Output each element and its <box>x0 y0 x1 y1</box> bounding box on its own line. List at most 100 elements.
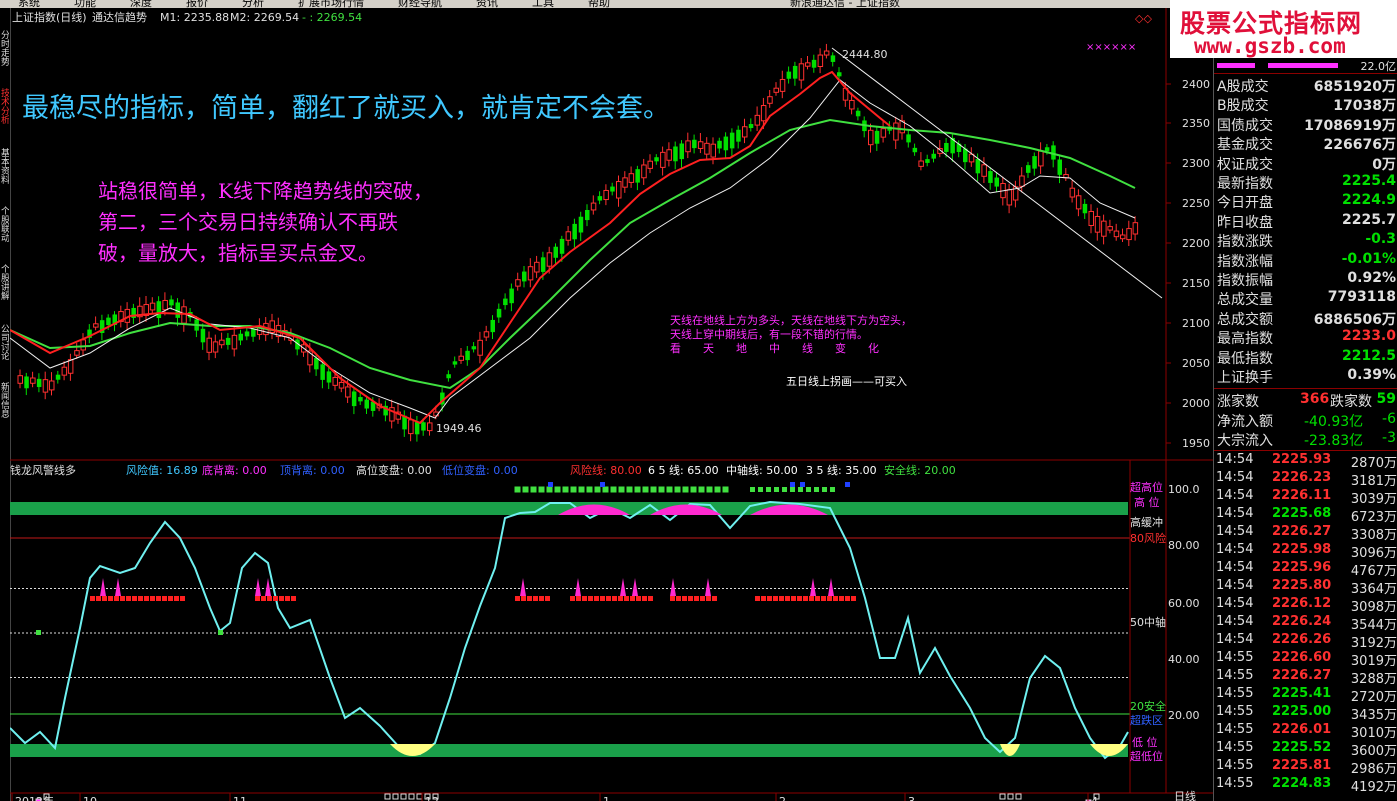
menu-extended-market[interactable]: 扩展市场行情 <box>298 0 364 8</box>
tick-row: 14:55 2226.27 3288万 <box>1214 668 1397 687</box>
menu-finance-nav[interactable]: 财经导航 <box>398 0 442 8</box>
menu-tools[interactable]: 工具 <box>532 0 554 8</box>
tab-technical[interactable]: 技术分析 <box>0 88 9 136</box>
red-marker <box>273 596 278 601</box>
menu-depth[interactable]: 深度 <box>130 0 152 8</box>
red-marker <box>809 596 814 601</box>
tick-time: 14:54 <box>1216 596 1254 611</box>
top-marker <box>706 486 713 493</box>
chart-corner-icon[interactable]: ◇◇ <box>1135 12 1152 25</box>
menu-quote[interactable]: 报价 <box>186 0 208 8</box>
period-label[interactable]: 日线 <box>1174 789 1196 801</box>
magenta-spike <box>265 578 271 596</box>
quote-value: -0.3 <box>1365 231 1396 248</box>
top-marker <box>514 486 521 493</box>
candle-body <box>1088 210 1094 227</box>
candle-body <box>358 397 363 402</box>
magenta-spike <box>575 578 581 596</box>
quote-value: 0万 <box>1372 156 1396 173</box>
candle-body <box>849 99 855 110</box>
candle-body <box>1094 215 1101 233</box>
menu-function[interactable]: 功能 <box>74 0 96 8</box>
tick-row: 14:55 2225.81 2986万 <box>1214 758 1397 777</box>
top-marker <box>554 486 561 493</box>
top-marker <box>578 486 585 493</box>
candle-body <box>944 142 949 152</box>
quote-row: 今日开盘 2224.9 <box>1214 192 1397 211</box>
tab-news[interactable]: 新闻信息 <box>0 382 9 430</box>
label-50-mid: 50中轴 <box>1130 615 1166 629</box>
candle-body <box>149 302 156 311</box>
quote-value: 17038万 <box>1333 98 1396 115</box>
tab-explain[interactable]: 个股讲解 <box>0 264 9 312</box>
red-marker <box>533 596 538 601</box>
candle-body <box>546 252 553 267</box>
extra-value: - : 2269.54 <box>302 11 362 24</box>
candle-body <box>603 189 609 201</box>
tick-time: 14:54 <box>1216 524 1254 539</box>
red-marker <box>180 596 185 601</box>
quote-value: 2225.4 <box>1341 173 1396 189</box>
top-marker <box>790 487 795 492</box>
tab-fundamental[interactable]: 基本资料 <box>0 148 9 196</box>
candle-body <box>641 164 647 179</box>
top-marker <box>830 487 835 492</box>
candle-body <box>156 301 162 319</box>
top-marker <box>766 487 771 492</box>
tick-price: 2224.83 <box>1272 776 1332 791</box>
tab-discussion[interactable]: 公司讨论 <box>0 324 9 372</box>
tick-row: 14:54 2226.27 3308万 <box>1214 524 1397 543</box>
candle-body <box>817 54 824 68</box>
candle-body <box>338 381 345 389</box>
candle-body <box>723 136 729 151</box>
chart-canvas[interactable]: 上证指数(日线) 通达信趋势 M1: 2235.88 M2: 2269.54 -… <box>10 8 1213 801</box>
tab-linkage[interactable]: 个股联动 <box>0 206 9 254</box>
x-tick-label: 12 <box>425 795 439 801</box>
menu-system[interactable]: 系统 <box>18 0 40 8</box>
high-label: 2444.80 <box>842 48 888 61</box>
candle-body <box>427 422 433 432</box>
candle-body <box>452 361 458 365</box>
candle-body <box>181 306 187 324</box>
candle-body <box>906 134 911 143</box>
candle-body <box>42 379 49 393</box>
tick-time: 14:55 <box>1216 650 1254 665</box>
red-marker <box>108 596 113 601</box>
bottom-marker <box>1015 793 1022 800</box>
divider <box>1214 450 1397 451</box>
red-marker <box>791 596 796 601</box>
bottom-marker <box>416 793 423 800</box>
tick-row: 14:54 2225.98 3096万 <box>1214 542 1397 561</box>
quote-value: 6851920万 <box>1313 79 1396 95</box>
menu-analysis[interactable]: 分析 <box>242 0 264 8</box>
headline-text: 最稳尽的指标，简单，翻红了就买入，就肯定不会套。 <box>22 93 670 124</box>
red-marker <box>120 596 125 601</box>
x-tick-label: 4 <box>1091 795 1098 801</box>
low-label: 1949.46 <box>436 422 482 435</box>
quote-row: 最新指数 2225.4 <box>1214 173 1397 192</box>
menu-help[interactable]: 帮助 <box>588 0 610 8</box>
quote-row: B股成交 17038万 <box>1214 95 1397 114</box>
candle-body <box>1101 220 1107 237</box>
tick-row: 14:54 2225.68 6723万 <box>1214 506 1397 525</box>
bigflow-value: -23.83亿 <box>1304 433 1364 449</box>
red-marker <box>96 596 101 601</box>
top-marker <box>698 486 705 493</box>
candle-body <box>578 216 584 233</box>
menu-info[interactable]: 资讯 <box>476 0 498 8</box>
green-marker <box>36 630 41 635</box>
tick-volume: 3039万 <box>1350 492 1397 507</box>
tab-intraday[interactable]: 分时走势 <box>0 30 9 78</box>
tick-row: 14:55 2226.60 3019万 <box>1214 650 1397 669</box>
red-marker <box>90 596 95 601</box>
top-marker <box>750 487 755 492</box>
red-marker <box>582 596 587 601</box>
candle-body <box>80 339 86 351</box>
rise-value: 366 <box>1300 391 1330 407</box>
label-80-risk: 80风险 <box>1130 531 1166 545</box>
netflow-row: 净流入额 -40.93亿 -6 <box>1214 411 1397 430</box>
red-marker <box>797 596 802 601</box>
candle-body <box>320 364 325 380</box>
top-divergence: 顶背离: 0.00 <box>280 463 345 477</box>
red-marker <box>773 596 778 601</box>
